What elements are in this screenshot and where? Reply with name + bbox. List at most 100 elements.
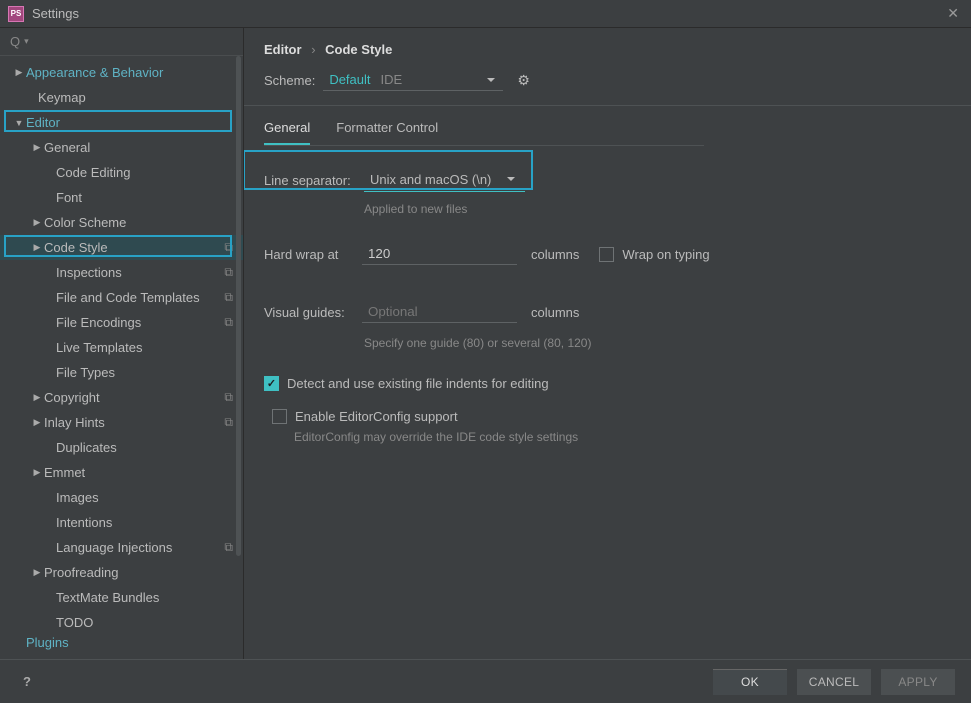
settings-tree: ▶Appearance & BehaviorKeymap▼Editor▶Gene… <box>0 56 243 659</box>
gear-icon[interactable]: ⚙ <box>517 72 530 89</box>
sidebar-item-code-editing[interactable]: Code Editing <box>0 160 243 185</box>
search-dropdown-icon: ▾ <box>24 36 29 47</box>
sidebar-item-font[interactable]: Font <box>0 185 243 210</box>
chevron-right-icon: ▶ <box>32 242 42 253</box>
help-button[interactable]: ? <box>16 671 38 693</box>
scheme-value: Default <box>329 72 370 87</box>
chevron-down-icon: ▼ <box>14 118 24 128</box>
sidebar-item-label: TODO <box>56 615 93 630</box>
hard-wrap-row: Hard wrap at columns Wrap on typing <box>264 234 951 274</box>
sidebar-item-label: Color Scheme <box>44 215 126 230</box>
sidebar-item-appearance-behavior[interactable]: ▶Appearance & Behavior <box>0 60 243 85</box>
sidebar-item-images[interactable]: Images <box>0 485 243 510</box>
sidebar-item-label: File Types <box>56 365 115 380</box>
breadcrumb-root[interactable]: Editor <box>264 42 302 57</box>
sidebar-item-textmate-bundles[interactable]: TextMate Bundles <box>0 585 243 610</box>
sidebar-item-inlay-hints[interactable]: ▶Inlay Hints ⧉ <box>0 410 243 435</box>
hard-wrap-input[interactable] <box>362 243 517 265</box>
detect-indents-checkbox[interactable]: ✓ <box>264 376 279 391</box>
window-title: Settings <box>32 6 79 21</box>
hard-wrap-label: Hard wrap at <box>264 247 362 262</box>
tab-general[interactable]: General <box>264 120 310 145</box>
sidebar-item-file-and-code-templates[interactable]: File and Code Templates ⧉ <box>0 285 243 310</box>
chevron-right-icon: ▶ <box>32 392 42 403</box>
sidebar-item-file-encodings[interactable]: File Encodings ⧉ <box>0 310 243 335</box>
sidebar-item-label: Appearance & Behavior <box>26 65 163 80</box>
sidebar-item-label: Proofreading <box>44 565 118 580</box>
sidebar-item-label: File Encodings <box>56 315 141 330</box>
tab-formatter-control[interactable]: Formatter Control <box>336 120 438 145</box>
chevron-right-icon: ▶ <box>32 217 42 228</box>
detect-indents-label: Detect and use existing file indents for… <box>287 376 549 391</box>
detect-indents-row: ✓ Detect and use existing file indents f… <box>264 376 951 391</box>
scope-icon: ⧉ <box>224 265 233 280</box>
scheme-label: Scheme: <box>264 73 315 88</box>
sidebar-item-editor[interactable]: ▼Editor <box>0 110 243 135</box>
sidebar-item-copyright[interactable]: ▶Copyright⧉ <box>0 385 243 410</box>
sidebar-scrollbar[interactable] <box>236 56 241 556</box>
sidebar-item-label: Images <box>56 490 99 505</box>
sidebar-item-label: Editor <box>26 115 60 130</box>
sidebar-item-label: Intentions <box>56 515 112 530</box>
sidebar-item-color-scheme[interactable]: ▶Color Scheme <box>0 210 243 235</box>
cancel-button[interactable]: CANCEL <box>797 669 871 695</box>
chevron-right-icon: ▶ <box>32 142 42 153</box>
sidebar-item-label: Live Templates <box>56 340 142 355</box>
scheme-select[interactable]: Default IDE <box>323 69 503 91</box>
sidebar-item-label: Inlay Hints <box>44 415 105 430</box>
sidebar-item-label: Inspections <box>56 265 122 280</box>
sidebar-item-code-style[interactable]: ▶Code Style ⧉ <box>0 235 243 260</box>
breadcrumb: Editor › Code Style <box>244 28 971 65</box>
sidebar-item-label: Language Injections <box>56 540 172 555</box>
sidebar-item-inspections[interactable]: Inspections ⧉ <box>0 260 243 285</box>
sidebar-item-intentions[interactable]: Intentions <box>0 510 243 535</box>
visual-guides-row: Visual guides: columns <box>264 292 951 332</box>
breadcrumb-sep: › <box>311 42 315 57</box>
line-separator-hint: Applied to new files <box>364 200 951 234</box>
sidebar-item-todo[interactable]: TODO <box>0 610 243 635</box>
sidebar-item-emmet[interactable]: ▶Emmet <box>0 460 243 485</box>
hard-wrap-suffix: columns <box>531 247 579 262</box>
sidebar-item-duplicates[interactable]: Duplicates <box>0 435 243 460</box>
settings-sidebar: Q ▾ ▶Appearance & BehaviorKeymap▼Editor▶… <box>0 28 244 659</box>
sidebar-item-proofreading[interactable]: ▶Proofreading <box>0 560 243 585</box>
sidebar-item-general[interactable]: ▶General <box>0 135 243 160</box>
sidebar-item-label: Code Editing <box>56 165 130 180</box>
highlight-line-separator <box>244 150 533 190</box>
apply-button[interactable]: APPLY <box>881 669 955 695</box>
sidebar-item-label: Code Style <box>44 240 108 255</box>
visual-guides-hint: Specify one guide (80) or several (80, 1… <box>364 332 951 368</box>
sidebar-item-language-injections[interactable]: Language Injections⧉ <box>0 535 243 560</box>
sidebar-item-live-templates[interactable]: Live Templates <box>0 335 243 360</box>
editorconfig-checkbox[interactable] <box>272 409 287 424</box>
scope-icon: ⧉ <box>224 315 233 330</box>
settings-content: Editor › Code Style Scheme: Default IDE … <box>244 28 971 659</box>
sidebar-item-file-types[interactable]: File Types <box>0 360 243 385</box>
editorconfig-label: Enable EditorConfig support <box>295 409 458 424</box>
sidebar-item-plugins[interactable]: Plugins <box>0 635 243 653</box>
chevron-right-icon: ▶ <box>32 567 42 578</box>
sidebar-item-label: Emmet <box>44 465 85 480</box>
wrap-on-typing-checkbox[interactable] <box>599 247 614 262</box>
visual-guides-input[interactable] <box>362 301 517 323</box>
wrap-on-typing-label: Wrap on typing <box>622 247 709 262</box>
sidebar-item-label: General <box>44 140 90 155</box>
breadcrumb-leaf: Code Style <box>325 42 392 57</box>
chevron-right-icon: ▶ <box>32 417 42 428</box>
sidebar-search[interactable]: Q ▾ <box>0 28 243 56</box>
chevron-right-icon: ▶ <box>32 467 42 478</box>
sidebar-item-label: File and Code Templates <box>56 290 200 305</box>
editorconfig-hint: EditorConfig may override the IDE code s… <box>294 430 951 444</box>
search-icon: Q <box>10 34 20 49</box>
close-icon[interactable]: ✕ <box>943 1 963 26</box>
chevron-down-icon <box>487 78 495 82</box>
scope-icon: ⧉ <box>224 415 233 430</box>
ok-button[interactable]: OK <box>713 669 787 695</box>
sidebar-item-keymap[interactable]: Keymap <box>0 85 243 110</box>
window-titlebar: PS Settings ✕ <box>0 0 971 28</box>
visual-guides-suffix: columns <box>531 305 579 320</box>
sidebar-item-label: TextMate Bundles <box>56 590 159 605</box>
scope-icon: ⧉ <box>224 240 233 255</box>
scope-icon: ⧉ <box>224 290 233 305</box>
chevron-right-icon: ▶ <box>14 67 24 78</box>
